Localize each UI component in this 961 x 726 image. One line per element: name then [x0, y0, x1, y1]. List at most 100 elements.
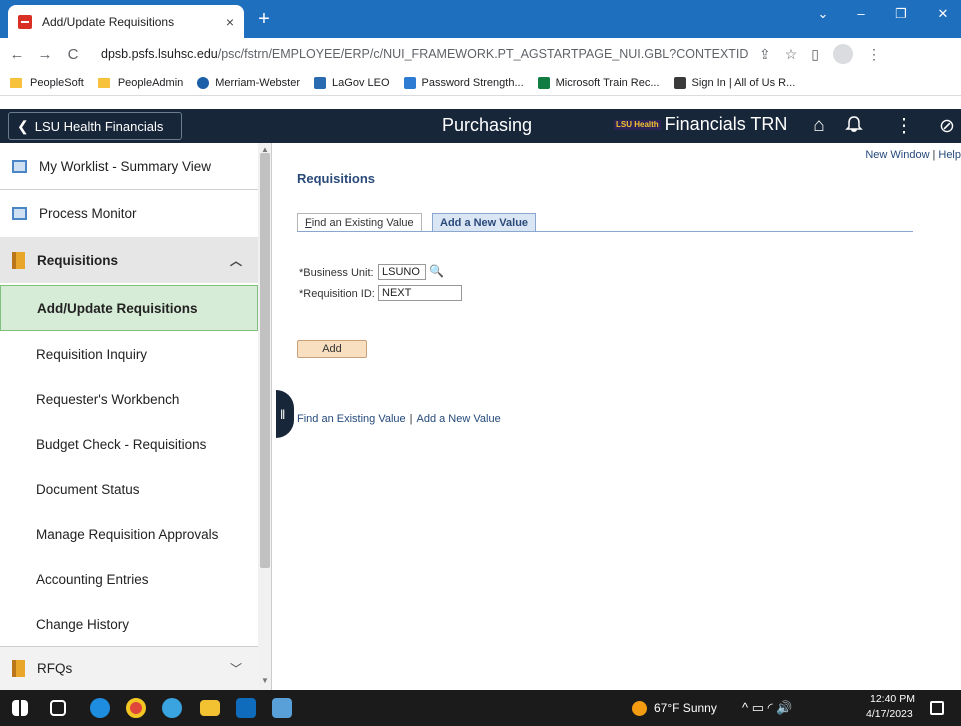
address-bar[interactable]: dpsb.psfs.lsuhsc.edu/psc/fstrn/EMPLOYEE/…: [94, 47, 749, 61]
add-button[interactable]: Add: [297, 340, 367, 358]
browser-tab[interactable]: Add/Update Requisitions ×: [8, 5, 244, 38]
weather-text[interactable]: 67°F Sunny: [654, 701, 717, 715]
sidebar-item-requesters-workbench[interactable]: Requester's Workbench: [0, 377, 258, 421]
tab-add-new-value[interactable]: Add a New Value: [432, 213, 537, 232]
windows-taskbar: 67°F Sunny ^ ▭ ◜ 🔊 12:40 PM 4/17/2023: [0, 690, 961, 726]
app-header: ❮ LSU Health Financials Purchasing LSU H…: [0, 109, 961, 143]
sidebar-item-process-monitor[interactable]: Process Monitor: [0, 190, 258, 236]
bookmark-lagov-leo[interactable]: LaGov LEO: [314, 76, 390, 89]
windows-start-icon[interactable]: [12, 700, 28, 716]
url-path: /psc/fstrn/EMPLOYEE/ERP/c/NUI_FRAMEWORK.…: [217, 47, 749, 61]
sidebar-item-add-update-requisitions[interactable]: Add/Update Requisitions: [0, 285, 258, 331]
password-strength-icon: [403, 76, 416, 89]
chevron-down-icon: ﹀: [229, 662, 242, 676]
top-links: New Window | Help: [865, 149, 961, 161]
business-unit-input[interactable]: [378, 264, 426, 280]
weather-sun-icon: [632, 701, 647, 716]
clock-time[interactable]: 12:40 PM: [870, 693, 915, 705]
url-host: dpsb.psfs.lsuhsc.edu: [101, 47, 218, 61]
share-icon[interactable]: ⇪: [759, 46, 771, 63]
profile-avatar-icon[interactable]: [833, 44, 854, 64]
folder-icon: [12, 251, 25, 269]
restore-icon[interactable]: ❐: [886, 6, 916, 22]
tab-search-icon[interactable]: ⌄: [808, 6, 838, 22]
folder-icon: [97, 77, 110, 88]
tab-close-icon[interactable]: ×: [226, 14, 234, 30]
bookmark-password-strength[interactable]: Password Strength...: [403, 76, 524, 89]
outlook-icon[interactable]: [236, 698, 256, 718]
browser-tabbar: Add/Update Requisitions × + ⌄ – ❐ ✕: [0, 0, 961, 38]
sidebar-scrollbar[interactable]: ▲ ▼: [258, 143, 271, 690]
sidebar-item-accounting-entries[interactable]: Accounting Entries: [0, 557, 258, 601]
tab-favicon-icon: [18, 14, 32, 29]
bottom-links: Find an Existing Value | Add a New Value: [297, 413, 501, 425]
bookmark-all-of-us[interactable]: Sign In | All of Us R...: [673, 76, 795, 89]
app-icon[interactable]: [272, 698, 292, 718]
scrollbar-thumb[interactable]: [260, 153, 270, 568]
main-content: New Window | Help Requisitions Find an Exi…: [273, 143, 961, 690]
bookmarks-bar: PeopleSoft PeopleAdmin Merriam-Webster L…: [0, 70, 961, 96]
business-unit-label: *Business Unit:: [299, 267, 374, 279]
new-window-link[interactable]: New Window: [865, 149, 929, 161]
tab-title: Add/Update Requisitions: [42, 14, 175, 29]
task-view-icon[interactable]: [50, 700, 66, 716]
component-title: Requisitions: [297, 171, 376, 186]
page-icon: [12, 206, 27, 220]
minimize-icon[interactable]: –: [846, 6, 876, 21]
edge-icon[interactable]: [90, 698, 110, 718]
all-of-us-icon: [673, 76, 686, 89]
sidebar-item-requisition-inquiry[interactable]: Requisition Inquiry: [0, 332, 258, 376]
back-button-label: LSU Health Financials: [34, 118, 164, 134]
notifications-icon[interactable]: [842, 115, 866, 139]
chevron-left-icon: ❮: [17, 117, 29, 134]
scroll-down-icon[interactable]: ▼: [258, 676, 271, 685]
page-title: Purchasing: [442, 115, 533, 135]
back-button[interactable]: ❮ LSU Health Financials: [8, 112, 182, 140]
clock-date[interactable]: 4/17/2023: [866, 708, 913, 720]
requisition-id-label: *Requisition ID:: [299, 288, 375, 300]
add-new-value-link[interactable]: Add a New Value: [417, 413, 501, 425]
sidebar-item-change-history[interactable]: Change History: [0, 602, 258, 646]
sidebar-item-my-worklist[interactable]: My Worklist - Summary View: [0, 143, 258, 189]
brand: LSU Health Financials TRN: [614, 114, 787, 135]
back-arrow-icon[interactable]: ←: [6, 46, 28, 63]
sidebar-group-rfqs[interactable]: RFQs ﹀: [0, 647, 258, 690]
tab-find-existing-value[interactable]: Find an Existing Value: [297, 213, 422, 232]
address-bar-row: ← → C dpsb.psfs.lsuhsc.edu/psc/fstrn/EMP…: [0, 38, 961, 70]
close-window-icon[interactable]: ✕: [928, 6, 958, 22]
browser-menu-icon[interactable]: ⋮: [867, 46, 881, 63]
home-icon[interactable]: ⌂: [807, 115, 831, 137]
file-explorer-icon[interactable]: [200, 700, 220, 716]
sidebar-nav: My Worklist - Summary View Process Monit…: [0, 143, 272, 690]
actions-menu-icon[interactable]: ⋮: [892, 115, 916, 138]
sidebar-item-manage-approvals[interactable]: Manage Requisition Approvals: [0, 512, 258, 556]
chevron-up-icon: ︿: [229, 253, 242, 268]
system-tray-icons[interactable]: ^ ▭ ◜ 🔊: [742, 700, 792, 716]
find-existing-value-link[interactable]: Find an Existing Value: [297, 413, 406, 425]
help-link[interactable]: Help: [938, 149, 961, 161]
requisition-id-input[interactable]: [378, 285, 462, 301]
lookup-magnifier-icon[interactable]: 🔍: [429, 264, 444, 278]
tab-underline: [297, 231, 913, 232]
merriam-webster-icon: [197, 76, 210, 89]
side-panel-icon[interactable]: ▯: [811, 46, 819, 63]
navbar-icon[interactable]: ⊘: [935, 115, 959, 138]
reload-icon[interactable]: C: [62, 46, 84, 63]
page-icon: [12, 159, 27, 173]
sidebar-item-document-status[interactable]: Document Status: [0, 467, 258, 511]
chrome-icon[interactable]: [126, 698, 146, 718]
bookmark-star-icon[interactable]: ☆: [785, 46, 798, 63]
sharepoint-icon: [537, 76, 550, 89]
sidebar-item-budget-check[interactable]: Budget Check - Requisitions: [0, 422, 258, 466]
bookmark-peopleadmin[interactable]: PeopleAdmin: [97, 77, 183, 89]
folder-icon: [12, 660, 25, 677]
sidebar-group-requisitions[interactable]: Requisitions ︿: [0, 237, 258, 283]
forward-arrow-icon[interactable]: →: [34, 46, 56, 63]
notification-center-icon[interactable]: [930, 701, 944, 715]
copilot-icon[interactable]: [162, 698, 182, 718]
folder-icon: [10, 77, 22, 88]
bookmark-microsoft-train[interactable]: Microsoft Train Rec...: [537, 76, 660, 89]
new-tab-button[interactable]: +: [252, 8, 276, 31]
bookmark-merriam-webster[interactable]: Merriam-Webster: [197, 76, 300, 89]
bookmark-peoplesoft[interactable]: PeopleSoft: [10, 77, 84, 89]
